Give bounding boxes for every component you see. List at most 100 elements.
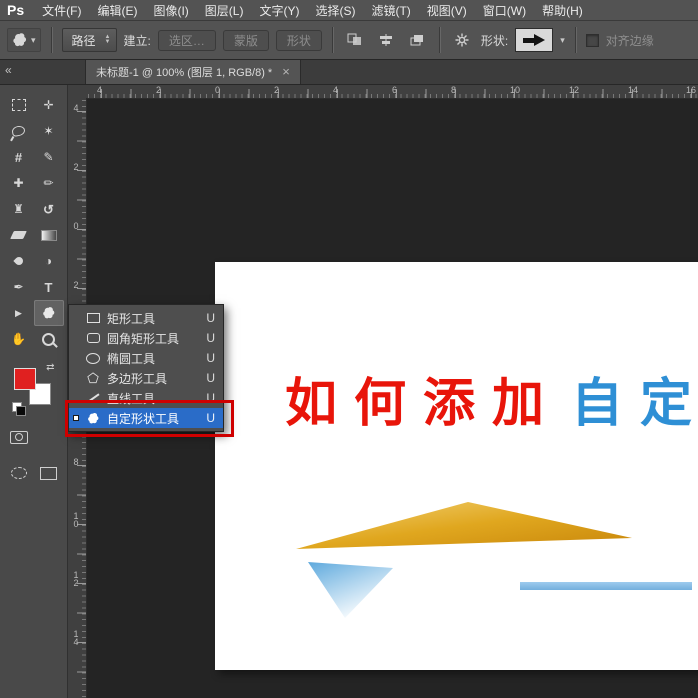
flyout-item-ellipse-tool[interactable]: 椭圆工具 U: [69, 348, 223, 368]
hand-tool[interactable]: ✋: [4, 326, 34, 352]
ruler-number: 2: [71, 280, 81, 288]
magic-wand-tool[interactable]: ✶: [34, 118, 64, 144]
options-bar: ▾ 路径 ▲ ▼ 建立: 选区… 蒙版 形状: [0, 21, 698, 60]
dodge-tool[interactable]: ◑: [34, 248, 64, 274]
shape-tools-flyout: 矩形工具 U 圆角矩形工具 U 椭圆工具 U 多边形工具 U 直线工具 U 自定: [68, 304, 224, 432]
foreground-color-swatch[interactable]: [14, 368, 36, 390]
flyout-item-polygon-tool[interactable]: 多边形工具 U: [69, 368, 223, 388]
flyout-item-line-tool[interactable]: 直线工具 U: [69, 388, 223, 408]
ruler-number: 0: [215, 85, 220, 95]
screen-mode-button[interactable]: [4, 460, 34, 486]
menu-window[interactable]: 窗口(W): [475, 2, 534, 19]
history-brush-tool[interactable]: ↺: [34, 196, 64, 222]
zoom-tool[interactable]: [34, 326, 64, 352]
menu-select[interactable]: 选择(S): [307, 2, 363, 19]
menu-view[interactable]: 视图(V): [419, 2, 475, 19]
menu-edit[interactable]: 编辑(E): [89, 2, 145, 19]
path-operations-button[interactable]: [343, 28, 367, 52]
tool-preset-button[interactable]: ▾: [7, 28, 41, 52]
crop-tool[interactable]: #: [4, 144, 34, 170]
rect-marquee-tool[interactable]: [4, 92, 34, 118]
close-icon[interactable]: ×: [282, 67, 290, 77]
ruler-number: 6: [392, 85, 397, 95]
default-colors-icon[interactable]: [12, 402, 22, 412]
ruler-number: 2: [71, 162, 81, 170]
stamp-icon: ♜: [13, 203, 24, 215]
marquee-icon: [12, 99, 26, 111]
dodge-icon: ◑: [45, 255, 52, 267]
spacer: [34, 424, 64, 450]
make-shape-button[interactable]: 形状: [276, 30, 322, 51]
tool-mode-value: 路径: [72, 32, 96, 49]
document-tab[interactable]: 未标题-1 @ 100% (图层 1, RGB/8) * ×: [85, 60, 301, 84]
tool-mode-select[interactable]: 路径 ▲ ▼: [62, 28, 117, 52]
document-canvas[interactable]: 如何添加自定: [215, 262, 698, 670]
flyout-item-label: 矩形工具: [107, 310, 201, 327]
screen-rect-icon: [40, 467, 57, 480]
brush-tool[interactable]: ✏: [34, 170, 64, 196]
path-selection-tool[interactable]: ▶: [4, 300, 34, 326]
gold-triangle-shape: [296, 502, 632, 549]
make-label: 建立:: [124, 32, 151, 49]
shape-picker-chevron-icon[interactable]: ▾: [560, 35, 565, 46]
make-mask-button[interactable]: 蒙版: [223, 30, 269, 51]
eyedropper-tool[interactable]: ✎: [34, 144, 64, 170]
menu-file[interactable]: 文件(F): [34, 2, 89, 19]
arrow-shape-thumbnail: [523, 34, 545, 46]
flyout-item-shortcut: U: [206, 331, 217, 345]
type-tool[interactable]: T: [34, 274, 64, 300]
lasso-tool[interactable]: [4, 118, 34, 144]
pen-tool[interactable]: ✒: [4, 274, 34, 300]
ruler-number: 4: [97, 85, 102, 95]
healing-brush-tool[interactable]: ✚: [4, 170, 34, 196]
ruler-horizontal[interactable]: 4 2 0 2 4 6 8 10 12 14 16: [86, 84, 698, 99]
current-tool-marker: [73, 415, 79, 421]
heading-red-text: 如何添加: [285, 373, 561, 434]
flyout-item-rectangle-tool[interactable]: 矩形工具 U: [69, 308, 223, 328]
ruler-number: 4: [333, 85, 338, 95]
menu-layer[interactable]: 图层(L): [197, 2, 252, 19]
screen-mode-alt-button[interactable]: [34, 460, 64, 486]
quick-mask-button[interactable]: [4, 424, 34, 450]
blur-tool[interactable]: [4, 248, 34, 274]
flyout-item-shortcut: U: [206, 311, 217, 325]
gear-icon: [454, 32, 470, 48]
menu-image[interactable]: 图像(I): [145, 2, 196, 19]
collapse-panel-icon[interactable]: «: [5, 63, 12, 77]
type-icon: T: [45, 281, 53, 294]
blur-drop-icon: [13, 255, 24, 266]
menu-help[interactable]: 帮助(H): [534, 2, 591, 19]
path-alignment-button[interactable]: [374, 28, 398, 52]
tool-panel: ✛ ✶ # ✎ ✚ ✏ ♜ ↺ ◑ ✒ T ▶ ✋ ⇄: [0, 84, 68, 698]
move-icon: ✛: [43, 99, 53, 111]
align-edges-checkbox[interactable]: [586, 34, 599, 47]
hand-icon: ✋: [11, 333, 26, 345]
rectangle-icon: [84, 313, 102, 323]
tab-title: 未标题-1 @ 100% (图层 1, RGB/8) *: [96, 64, 272, 80]
lasso-icon: [11, 125, 26, 137]
flyout-item-shortcut: U: [206, 351, 217, 365]
make-selection-button[interactable]: 选区…: [158, 30, 216, 51]
swap-colors-icon[interactable]: ⇄: [46, 362, 54, 373]
clone-stamp-tool[interactable]: ♜: [4, 196, 34, 222]
shape-settings-button[interactable]: [450, 28, 474, 52]
move-tool[interactable]: ✛: [34, 92, 64, 118]
menu-filter[interactable]: 滤镜(T): [363, 2, 418, 19]
path-alignment-icon: [378, 33, 394, 47]
gradient-tool[interactable]: [34, 222, 64, 248]
eraser-tool[interactable]: [4, 222, 34, 248]
path-arrange-button[interactable]: [405, 28, 429, 52]
path-select-icon: ▶: [15, 309, 22, 318]
current-tool-marker: [73, 375, 79, 381]
shape-picker-swatch[interactable]: [515, 28, 553, 52]
ruler-number: 10: [510, 85, 520, 95]
flyout-item-label: 多边形工具: [107, 370, 201, 387]
menu-type[interactable]: 文字(Y): [251, 2, 307, 19]
separator: [575, 27, 576, 53]
path-operations-icon: [347, 33, 363, 47]
flyout-item-rounded-rectangle-tool[interactable]: 圆角矩形工具 U: [69, 328, 223, 348]
custom-shape-tool[interactable]: [34, 300, 64, 326]
ruler-corner[interactable]: [68, 84, 87, 99]
flyout-item-custom-shape-tool[interactable]: 自定形状工具 U: [69, 408, 223, 428]
ruler-number: 8: [71, 457, 81, 465]
